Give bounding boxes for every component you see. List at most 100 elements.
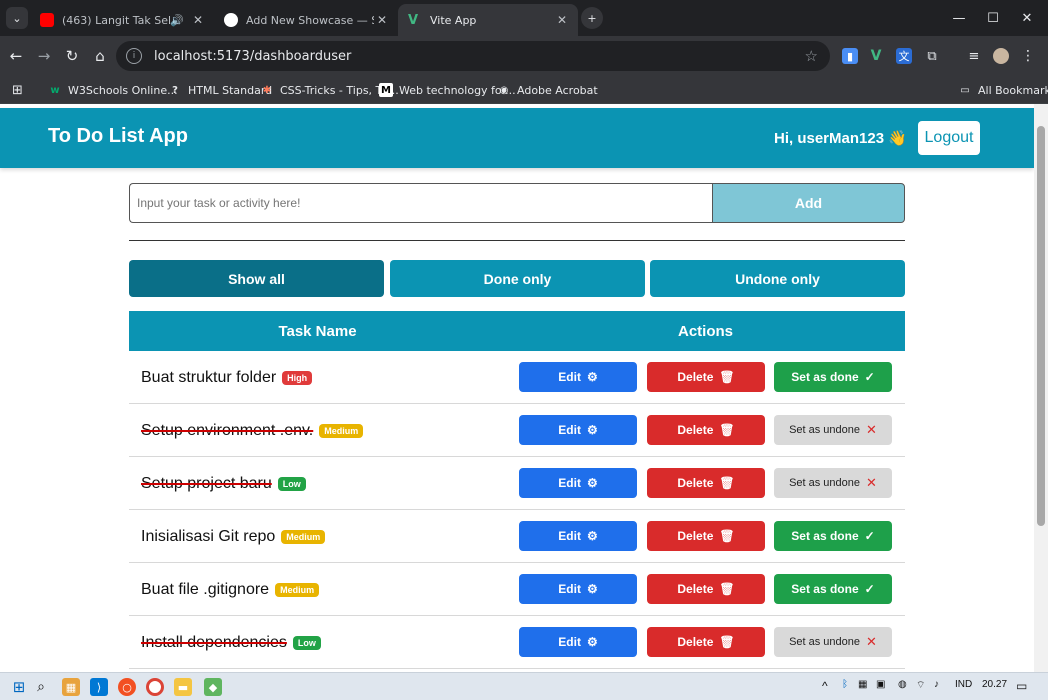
add-button[interactable]: Add [712, 183, 905, 223]
apps-grid-icon[interactable]: ⊞ [12, 82, 23, 98]
set-undone-button[interactable]: Set as undone ✕ [774, 627, 892, 657]
set-undone-button[interactable]: Set as undone ✕ [774, 468, 892, 498]
tab-youtube[interactable]: (463) Langit Tak Seharusnya 🔊 ✕ [30, 4, 214, 36]
table-row: Buat struktur folder High Edit ⚙ Delete 🗑 Set … [129, 351, 905, 404]
tray-app-icon[interactable]: ▦ [858, 679, 867, 690]
language-indicator[interactable]: IND [955, 679, 972, 690]
filter-done-only-button[interactable]: Done only [390, 260, 645, 297]
tab-santrikoding[interactable]: Add New Showcase — SantriKoding ✕ [214, 4, 398, 36]
santrikoding-icon [224, 13, 238, 27]
task-name-text: Setup environment .env. [141, 421, 314, 439]
chrome-icon[interactable] [146, 678, 164, 696]
edit-button[interactable]: Edit ⚙ [519, 362, 637, 392]
edit-button[interactable]: Edit ⚙ [519, 627, 637, 657]
profile-avatar[interactable] [993, 48, 1009, 64]
filter-show-all-button[interactable]: Show all [129, 260, 384, 297]
bookmark-mdn[interactable]: M Web technology for... [379, 82, 516, 98]
bookmark-css-tricks[interactable]: ✱ CSS-Tricks - Tips, Tri... [260, 82, 399, 98]
delete-label: Delete [677, 635, 714, 649]
app-header: To Do List App Hi, userMan123 👋 Logout [0, 108, 1034, 168]
edit-button[interactable]: Edit ⚙ [519, 574, 637, 604]
w3schools-icon: w [50, 84, 60, 96]
delete-button[interactable]: Delete 🗑 [647, 362, 765, 392]
page-viewport: To Do List App Hi, userMan123 👋 Logout A… [0, 104, 1034, 672]
back-icon[interactable]: ← [6, 46, 26, 66]
logout-button[interactable]: Logout [918, 121, 980, 155]
extension-doc-icon[interactable]: ▮ [842, 48, 858, 64]
trash-icon: 🗑 [719, 635, 735, 649]
close-icon: ✕ [866, 634, 877, 649]
task-name: Buat file .gitignore Medium [141, 563, 320, 616]
url-text: localhost:5173/dashboarduser [154, 48, 352, 64]
notifications-icon[interactable]: ▭ [1016, 679, 1027, 693]
tab-search-icon[interactable]: ⌄ [6, 7, 28, 29]
vue-devtools-icon[interactable]: V [868, 48, 884, 64]
app-icon-1[interactable]: ▦ [62, 678, 80, 696]
close-tab-icon[interactable]: ✕ [554, 13, 570, 27]
close-tab-icon[interactable]: ✕ [374, 13, 390, 27]
speaker-icon[interactable]: 🔊 [170, 14, 184, 27]
task-input[interactable] [129, 183, 713, 223]
delete-button[interactable]: Delete 🗑 [647, 627, 765, 657]
home-icon[interactable]: ⌂ [90, 46, 110, 66]
tray-app-icon-2[interactable]: ▣ [876, 679, 885, 690]
browser-toolbar: ← → ↻ ⌂ i localhost:5173/dashboarduser ☆… [0, 36, 1048, 76]
priority-badge: Low [292, 635, 321, 650]
windows-start-icon[interactable]: ⊞ [10, 678, 28, 696]
all-bookmarks[interactable]: ▭All Bookmarks [958, 82, 1048, 98]
delete-label: Delete [677, 423, 714, 437]
bookmark-adobe-acrobat[interactable]: ◉ Adobe Acrobat [497, 82, 598, 98]
maximize-icon[interactable]: ☐ [978, 6, 1008, 30]
new-tab-button[interactable]: + [581, 7, 603, 29]
table-row: Inisialisasi Git repo Medium Edit ⚙ Delete 🗑 S… [129, 510, 905, 563]
site-info-icon[interactable]: i [126, 48, 142, 64]
search-icon[interactable]: ⌕ [32, 678, 50, 696]
vscode-icon[interactable]: ⟩ [90, 678, 108, 696]
trash-icon: 🗑 [719, 582, 735, 596]
priority-badge: Low [277, 476, 306, 491]
bookmark-star-icon[interactable]: ☆ [805, 47, 818, 65]
delete-button[interactable]: Delete 🗑 [647, 468, 765, 498]
delete-button[interactable]: Delete 🗑 [647, 574, 765, 604]
tray-chevron-icon[interactable]: ^ [822, 679, 828, 693]
tab-vite-app[interactable]: V Vite App ✕ [398, 4, 578, 36]
wifi-icon[interactable]: ⌔ [916, 679, 925, 692]
close-window-icon[interactable]: ✕ [1012, 6, 1042, 30]
bluetooth-icon[interactable]: ᛒ [842, 679, 848, 690]
page-scrollbar[interactable] [1034, 104, 1048, 672]
edit-button[interactable]: Edit ⚙ [519, 521, 637, 551]
bookmark-w3schools[interactable]: w W3Schools Online... [48, 82, 177, 98]
app-icon-3[interactable]: ○ [118, 678, 136, 696]
filter-undone-only-button[interactable]: Undone only [650, 260, 905, 297]
reading-list-icon[interactable]: ≡ [966, 48, 982, 64]
delete-button[interactable]: Delete 🗑 [647, 415, 765, 445]
delete-button[interactable]: Delete 🗑 [647, 521, 765, 551]
column-task-name: Task Name [278, 322, 357, 340]
set-done-button[interactable]: Set as done ✓ [774, 362, 892, 392]
edit-button[interactable]: Edit ⚙ [519, 415, 637, 445]
menu-kebab-icon[interactable]: ⋮ [1020, 48, 1036, 64]
file-explorer-icon[interactable]: ▬ [174, 678, 192, 696]
set-done-button[interactable]: Set as done ✓ [774, 521, 892, 551]
task-name: Buat struktur folder High [141, 351, 313, 404]
extensions-puzzle-icon[interactable]: ⧉ [924, 48, 940, 64]
close-tab-icon[interactable]: ✕ [190, 13, 206, 27]
tray-app-icon-3[interactable]: ◍ [898, 679, 907, 690]
edit-label: Edit [558, 370, 581, 384]
minimize-icon[interactable]: — [944, 6, 974, 30]
app-icon-7[interactable]: ◆ [204, 678, 222, 696]
scrollbar-thumb[interactable] [1037, 126, 1045, 526]
youtube-icon [40, 13, 54, 27]
set-done-button[interactable]: Set as done ✓ [774, 574, 892, 604]
bookmark-html-standard[interactable]: ? HTML Standard [168, 82, 272, 98]
forward-icon[interactable]: → [34, 46, 54, 66]
reload-icon[interactable]: ↻ [62, 46, 82, 66]
translate-icon[interactable]: 文 [896, 48, 912, 64]
edit-button[interactable]: Edit ⚙ [519, 468, 637, 498]
set-undone-button[interactable]: Set as undone ✕ [774, 415, 892, 445]
delete-label: Delete [677, 529, 714, 543]
gear-icon: ⚙ [586, 423, 598, 437]
volume-icon[interactable]: ♪ [934, 679, 939, 690]
address-bar[interactable]: i localhost:5173/dashboarduser ☆ [116, 41, 830, 71]
clock[interactable]: 20.27 [982, 679, 1007, 690]
